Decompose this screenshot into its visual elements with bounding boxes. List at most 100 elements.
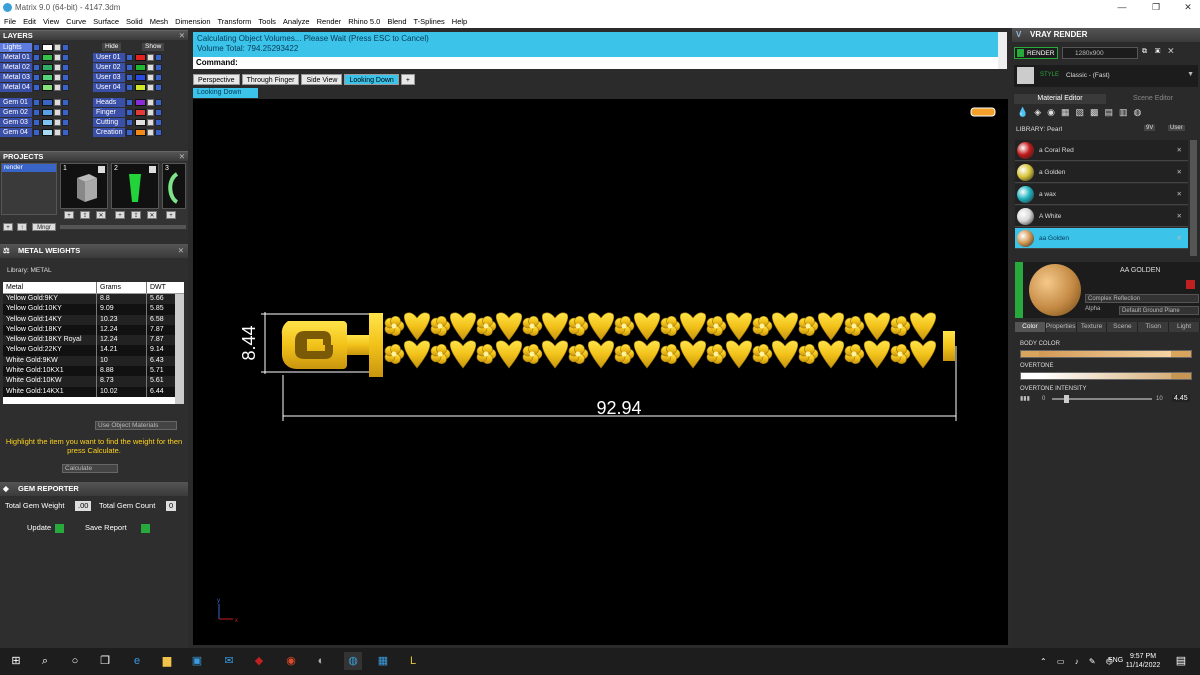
menu-view[interactable]: View	[43, 17, 59, 26]
layer-menu-icon[interactable]	[155, 118, 162, 126]
tab-scene-editor[interactable]: Scene Editor	[1107, 94, 1199, 104]
close-icon[interactable]: ✕	[179, 152, 185, 162]
close-icon[interactable]: ✕	[1177, 162, 1182, 183]
layer-row[interactable]: User 04	[93, 82, 162, 92]
delete-material-icon[interactable]	[1186, 280, 1195, 289]
tab-light[interactable]: Light	[1169, 322, 1200, 332]
visibility-icon[interactable]	[33, 43, 40, 51]
style-selector[interactable]: STYLE Classic - (Fast) ▼	[1014, 65, 1198, 87]
layer-row[interactable]: Metal 04	[0, 82, 69, 92]
close-icon[interactable]: ✕	[1177, 206, 1182, 227]
table-row[interactable]: Yellow Gold:18KY 12.24 7.87	[3, 324, 184, 336]
visibility-icon[interactable]	[33, 128, 40, 136]
visibility-icon[interactable]	[126, 118, 133, 126]
tab-texture[interactable]: Texture	[1076, 322, 1108, 332]
lock-icon[interactable]	[54, 108, 61, 116]
lock-icon[interactable]	[54, 128, 61, 136]
lock-icon[interactable]	[54, 118, 61, 126]
layer-menu-icon[interactable]	[62, 128, 69, 136]
task-view-icon[interactable]: ❐	[96, 652, 114, 670]
tab-material-editor[interactable]: Material Editor	[1014, 94, 1106, 104]
table-scrollbar[interactable]	[175, 294, 184, 404]
layer-row[interactable]: Metal 01	[0, 52, 69, 62]
manager-button[interactable]: Mngr	[32, 223, 56, 231]
lock-icon[interactable]	[54, 53, 61, 61]
menu-blend[interactable]: Blend	[387, 17, 406, 26]
visibility-icon[interactable]	[126, 63, 133, 71]
layer-color-swatch[interactable]	[42, 108, 53, 116]
notification-icon[interactable]: ▤	[1172, 652, 1190, 670]
tab-properties[interactable]: Properties	[1045, 322, 1077, 332]
table-row[interactable]: White Gold:10KX1 8.88 5.71	[3, 366, 184, 377]
lock-icon[interactable]	[147, 83, 154, 91]
layer-row[interactable]: Metal 03	[0, 72, 69, 82]
table-row[interactable]: Yellow Gold:18KY Royal 12.24 7.87	[3, 335, 184, 346]
menu-analyze[interactable]: Analyze	[283, 17, 310, 26]
layer-row[interactable]: Creation	[93, 127, 162, 137]
layer-row[interactable]: Lights	[0, 42, 69, 52]
visibility-icon[interactable]	[33, 53, 40, 61]
viewport-looking-down[interactable]: 8.44 92.94 y x	[193, 99, 1008, 645]
table-row[interactable]: White Gold:14KX1 10.02 6.44	[3, 386, 184, 397]
layer-menu-icon[interactable]	[62, 98, 69, 106]
lock-icon[interactable]	[54, 83, 61, 91]
layer-row[interactable]: Metal 02	[0, 62, 69, 72]
mini-object[interactable]	[970, 107, 996, 117]
visibility-icon[interactable]	[126, 83, 133, 91]
visibility-icon[interactable]	[33, 83, 40, 91]
layer-menu-icon[interactable]	[62, 108, 69, 116]
lock-icon[interactable]	[147, 108, 154, 116]
visibility-icon[interactable]	[33, 98, 40, 106]
table-row[interactable]: White Gold:9KW 10 6.43	[3, 355, 184, 367]
layer-menu-icon[interactable]	[62, 53, 69, 61]
matrix-taskbar-icon[interactable]: ◍	[344, 652, 362, 670]
lock-icon[interactable]	[54, 73, 61, 81]
project-add-button[interactable]: +	[166, 211, 176, 219]
maximize-button[interactable]: ❐	[1146, 0, 1166, 14]
layer-menu-icon[interactable]	[155, 73, 162, 81]
vray-toolbar[interactable]: ⧉ ▣ ✕	[1142, 48, 1196, 58]
close-button[interactable]: ✕	[1178, 0, 1198, 14]
minimize-button[interactable]: —	[1112, 0, 1132, 14]
menu-file[interactable]: File	[4, 17, 16, 26]
library-user-button[interactable]: User	[1168, 125, 1185, 131]
resolution-field[interactable]: 1280x900	[1062, 47, 1138, 59]
project-delete-button[interactable]: ✕	[147, 211, 157, 219]
close-icon[interactable]: ✕	[178, 244, 184, 258]
lock-icon[interactable]	[147, 118, 154, 126]
checkbox[interactable]	[149, 166, 156, 173]
layer-menu-icon[interactable]	[155, 98, 162, 106]
clock[interactable]: 9:57 PM 11/14/2022	[1120, 652, 1166, 670]
visibility-icon[interactable]	[126, 53, 133, 61]
menu-surface[interactable]: Surface	[93, 17, 119, 26]
project-thumb-3[interactable]: 3	[162, 163, 186, 209]
tab-perspective[interactable]: Perspective	[193, 74, 240, 85]
layer-color-swatch[interactable]	[135, 53, 146, 61]
menu-dimension[interactable]: Dimension	[175, 17, 210, 26]
command-line[interactable]: Command:	[193, 57, 998, 69]
layer-color-swatch[interactable]	[135, 128, 146, 136]
console-scrollbar[interactable]	[998, 32, 1007, 69]
menu-tools[interactable]: Tools	[258, 17, 276, 26]
mail-icon[interactable]: ✉	[220, 652, 238, 670]
layer-row[interactable]: Finger	[93, 107, 162, 117]
material-item[interactable]: A White ✕	[1015, 206, 1188, 227]
layer-color-swatch[interactable]	[42, 43, 53, 51]
visibility-icon[interactable]	[126, 108, 133, 116]
project-item-render[interactable]: render	[2, 164, 56, 172]
layer-color-swatch[interactable]	[135, 63, 146, 71]
file-explorer-icon[interactable]: ▆	[158, 652, 176, 670]
hide-button[interactable]: Hide	[102, 43, 122, 51]
lock-icon[interactable]	[147, 98, 154, 106]
rhino-icon[interactable]: ◐	[312, 652, 330, 670]
lock-icon[interactable]	[54, 43, 61, 51]
project-list[interactable]: render	[1, 163, 57, 215]
project-add-button[interactable]: +	[115, 211, 125, 219]
tab-looking-down[interactable]: Looking Down	[344, 74, 399, 85]
chrome-icon[interactable]: ◉	[282, 652, 300, 670]
menu-rhino[interactable]: Rhino 5.0	[348, 17, 380, 26]
close-icon[interactable]: ✕	[1177, 184, 1182, 205]
layer-color-swatch[interactable]	[42, 118, 53, 126]
viewport-name-dropdown[interactable]: Looking Down	[193, 88, 258, 98]
add-tab-button[interactable]: +	[400, 74, 415, 85]
